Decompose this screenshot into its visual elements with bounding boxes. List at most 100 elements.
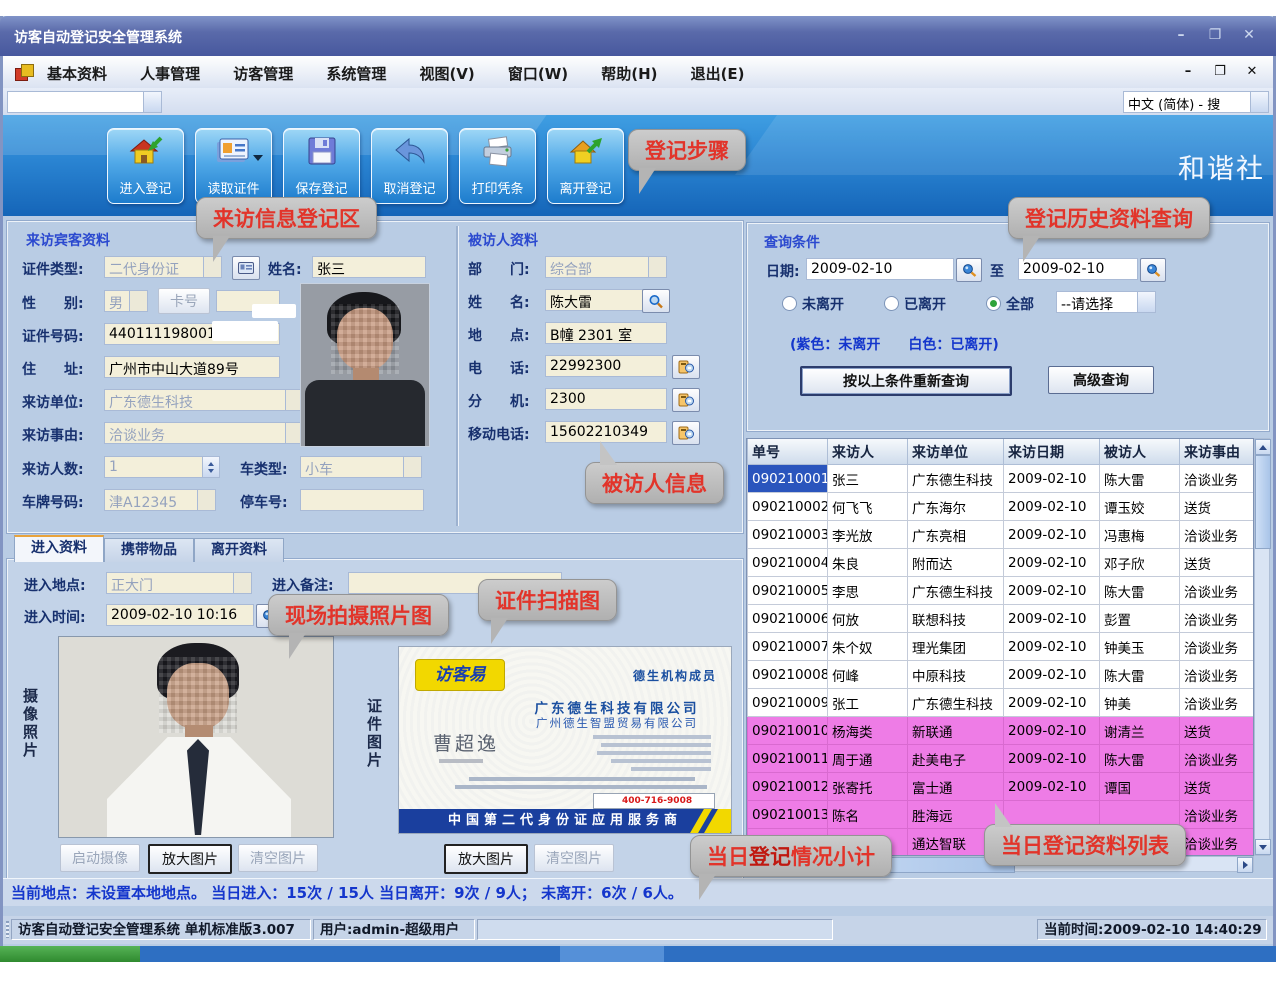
table-cell[interactable]: 钟美玉	[1100, 633, 1180, 661]
table-cell[interactable]: 洽谈业务	[1180, 521, 1254, 549]
table-cell[interactable]: 广东亮相	[908, 521, 1004, 549]
table-cell[interactable]: 邓子欣	[1100, 549, 1180, 577]
table-cell[interactable]: 洽谈业务	[1180, 465, 1254, 493]
table-cell[interactable]: 2009-02-10	[1004, 465, 1100, 493]
table-header-cell[interactable]: 单号	[748, 439, 828, 465]
tab-carried-items[interactable]: 携带物品	[104, 538, 194, 562]
table-row[interactable]: 090210012张寄托富士通2009-02-10谭国送货	[748, 773, 1254, 801]
quick-combo-arrow-icon[interactable]	[143, 92, 161, 112]
table-cell[interactable]: 谭国	[1100, 773, 1180, 801]
table-cell[interactable]: 周于通	[828, 745, 908, 773]
zoom-card-button[interactable]: 放大图片	[444, 844, 528, 874]
table-cell[interactable]: 钟美	[1100, 689, 1180, 717]
table-cell[interactable]: 090210008	[748, 661, 828, 689]
menu-system[interactable]: 系统管理	[312, 56, 400, 88]
table-cell[interactable]: 陈大雷	[1100, 745, 1180, 773]
start-camera-button[interactable]: 启动摄像	[60, 844, 140, 872]
table-cell[interactable]: 2009-02-10	[1004, 605, 1100, 633]
card-no-button[interactable]: 卡号	[158, 288, 210, 314]
table-row[interactable]: 090210001张三广东德生科技2009-02-10陈大雷洽谈业务	[748, 465, 1254, 493]
close-icon[interactable]: ✕	[1236, 25, 1262, 45]
dial-phone-button[interactable]	[672, 355, 700, 379]
visited-place-field[interactable]: B幢 2301 室	[545, 322, 667, 344]
table-cell[interactable]: 090210007	[748, 633, 828, 661]
table-cell[interactable]: 陈大雷	[1100, 465, 1180, 493]
table-cell[interactable]: 090210004	[748, 549, 828, 577]
restore-icon[interactable]: ❐	[1202, 25, 1228, 45]
table-cell[interactable]: 李光放	[828, 521, 908, 549]
people-stepper[interactable]: 1	[104, 456, 220, 478]
tab-entry-info[interactable]: 进入资料	[14, 535, 104, 562]
table-cell[interactable]: 送货	[1180, 493, 1254, 521]
table-cell[interactable]: 陈大雷	[1100, 661, 1180, 689]
table-row[interactable]: 090210008何峰中原科技2009-02-10陈大雷洽谈业务	[748, 661, 1254, 689]
gender-combo[interactable]: 男	[104, 290, 148, 312]
table-cell[interactable]: 090210006	[748, 605, 828, 633]
menu-hr[interactable]: 人事管理	[126, 56, 214, 88]
id-card-reader-button[interactable]	[232, 256, 260, 280]
menu-visitor[interactable]: 访客管理	[219, 56, 307, 88]
leave-register-button[interactable]: 离开登记	[547, 128, 624, 204]
table-cell[interactable]: 洽谈业务	[1180, 689, 1254, 717]
table-cell[interactable]: 洽谈业务	[1180, 745, 1254, 773]
print-ticket-button[interactable]: 打印凭条	[459, 128, 536, 204]
mdi-close-icon[interactable]: ✕	[1241, 63, 1263, 81]
table-cell[interactable]: 中原科技	[908, 661, 1004, 689]
table-cell[interactable]: 广东德生科技	[908, 465, 1004, 493]
dial-ext-button[interactable]	[672, 388, 700, 412]
query-select-arrow-icon[interactable]	[1137, 292, 1155, 312]
table-header-cell[interactable]: 来访事由	[1180, 439, 1254, 465]
scroll-right-icon[interactable]	[1237, 857, 1253, 873]
scroll-down-icon[interactable]	[1255, 839, 1271, 855]
reason-combo[interactable]: 洽谈业务	[104, 422, 304, 444]
scroll-up-icon[interactable]	[1255, 439, 1271, 455]
search-person-button[interactable]	[642, 289, 670, 313]
menu-basic[interactable]: 基本资料	[33, 56, 121, 88]
entry-time-field[interactable]: 2009-02-10 10:16	[106, 604, 254, 626]
table-cell[interactable]: 090210011	[748, 745, 828, 773]
plate-combo[interactable]: 津A12345	[104, 489, 216, 511]
query-select[interactable]: --请选择	[1056, 291, 1156, 313]
table-cell[interactable]: 广东海尔	[908, 493, 1004, 521]
table-cell[interactable]: 张工	[828, 689, 908, 717]
table-row[interactable]: 090210009张工广东德生科技2009-02-10钟美洽谈业务	[748, 689, 1254, 717]
mdi-minimize-icon[interactable]: –	[1177, 63, 1199, 81]
radio-not-left[interactable]: 未离开	[782, 294, 844, 314]
table-cell[interactable]: 2009-02-10	[1004, 577, 1100, 605]
visited-mobile-field[interactable]: 15602210349	[545, 421, 667, 443]
date-to-picker-button[interactable]	[1140, 258, 1166, 282]
table-header-cell[interactable]: 来访人	[828, 439, 908, 465]
address-field[interactable]: 广州市中山大道89号	[104, 356, 280, 378]
clear-card-button[interactable]: 清空图片	[534, 844, 614, 872]
table-cell[interactable]: 彭置	[1100, 605, 1180, 633]
table-cell[interactable]: 谢清兰	[1100, 717, 1180, 745]
table-cell[interactable]: 陈大雷	[1100, 577, 1180, 605]
table-cell[interactable]: 090210009	[748, 689, 828, 717]
table-cell[interactable]: 联想科技	[908, 605, 1004, 633]
radio-left-icon[interactable]	[884, 296, 899, 311]
table-cell[interactable]: 090210001	[748, 465, 828, 493]
table-cell[interactable]: 2009-02-10	[1004, 717, 1100, 745]
table-cell[interactable]: 李思	[828, 577, 908, 605]
radio-left[interactable]: 已离开	[884, 294, 946, 314]
table-cell[interactable]: 洽谈业务	[1180, 829, 1254, 857]
save-register-button[interactable]: 保存登记	[283, 128, 360, 204]
table-cell[interactable]: 090210005	[748, 577, 828, 605]
clear-photo-button[interactable]: 清空图片	[238, 844, 318, 872]
company-combo[interactable]: 广东德生科技	[104, 389, 304, 411]
table-vertical-scrollbar[interactable]	[1254, 438, 1270, 856]
table-cell[interactable]: 送货	[1180, 773, 1254, 801]
table-row[interactable]: 090210006何放联想科技2009-02-10彭置洽谈业务	[748, 605, 1254, 633]
dept-combo[interactable]: 综合部	[545, 256, 667, 278]
tab-leave-info[interactable]: 离开资料	[194, 538, 284, 562]
table-header-cell[interactable]: 来访日期	[1004, 439, 1100, 465]
read-card-dropdown-icon[interactable]	[253, 155, 263, 161]
table-cell[interactable]: 洽谈业务	[1180, 633, 1254, 661]
table-cell[interactable]: 洽谈业务	[1180, 577, 1254, 605]
table-cell[interactable]: 赴美电子	[908, 745, 1004, 773]
date-from-field[interactable]: 2009-02-10	[806, 258, 954, 280]
menu-view[interactable]: 视图(V)	[405, 56, 488, 88]
vehicle-type-combo[interactable]: 小车	[300, 456, 422, 478]
table-cell[interactable]: 2009-02-10	[1004, 549, 1100, 577]
mdi-restore-icon[interactable]: ❐	[1209, 63, 1231, 81]
